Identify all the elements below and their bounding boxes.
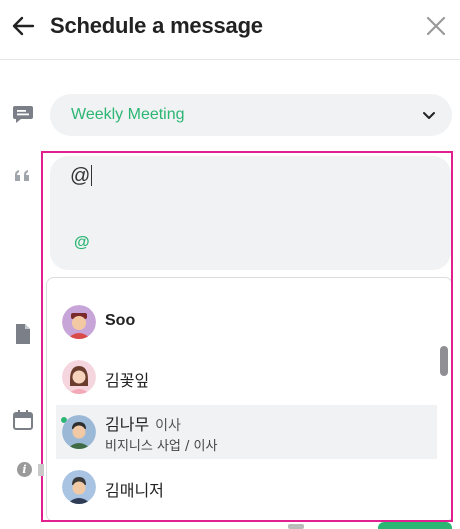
info-text-partial [38, 464, 44, 476]
footer-text-partial [288, 524, 304, 529]
topic-select[interactable]: Weekly Meeting [50, 94, 452, 136]
page-title: Schedule a message [50, 13, 263, 38]
highlight-frame [41, 151, 453, 522]
close-button[interactable] [422, 12, 450, 40]
calendar-icon [11, 408, 35, 432]
chevron-down-icon [423, 112, 435, 119]
chat-bubble-icon [11, 102, 35, 126]
topic-select-value: Weekly Meeting [71, 106, 185, 123]
file-icon [11, 322, 35, 346]
info-icon: i [17, 462, 32, 477]
back-button[interactable] [10, 12, 38, 40]
submit-button-partial[interactable] [378, 522, 452, 529]
arrow-left-icon [12, 16, 35, 36]
close-x-icon [426, 16, 446, 36]
dialog-header: Schedule a message [0, 0, 460, 60]
quote-icon [11, 166, 35, 190]
